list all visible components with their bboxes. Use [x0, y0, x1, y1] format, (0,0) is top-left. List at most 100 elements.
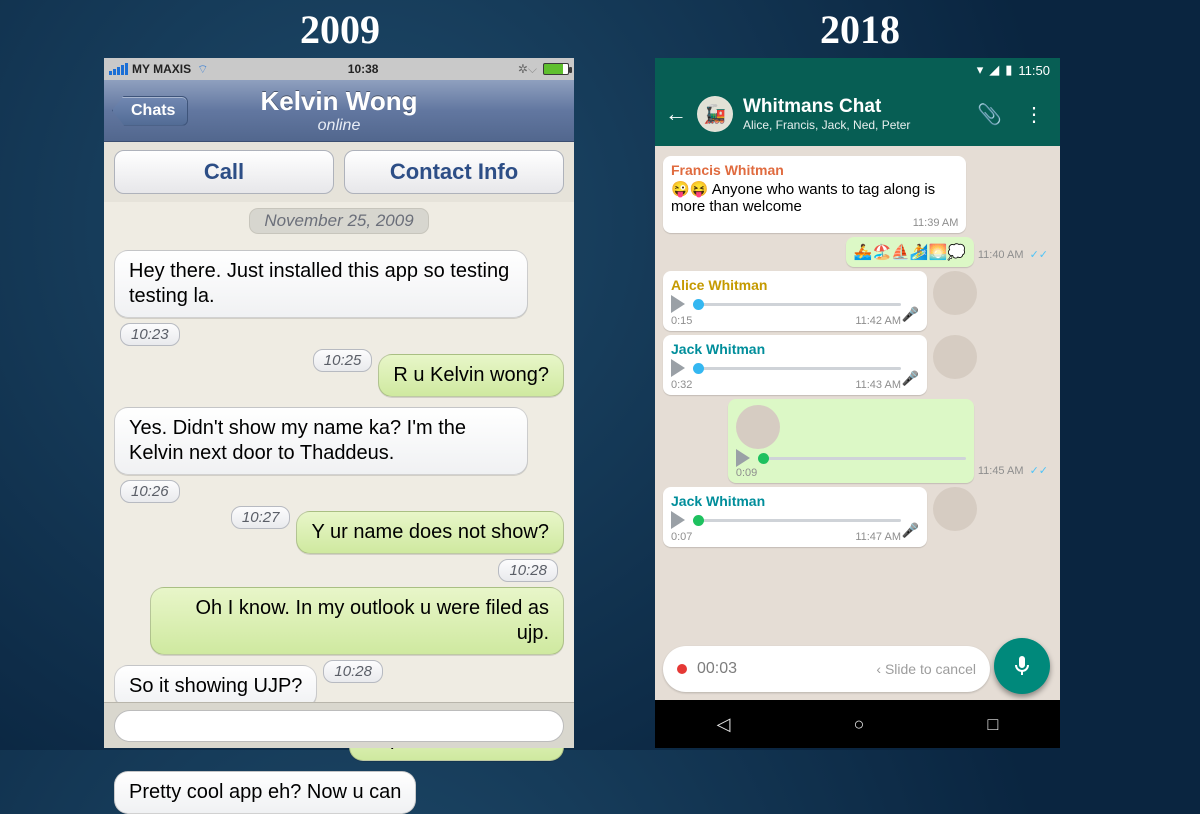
voice-seek[interactable] [758, 457, 966, 460]
play-icon[interactable] [671, 295, 685, 313]
voice-seek[interactable] [693, 303, 901, 306]
message-row: Jack Whitman 0:32 11:43 AM🎤 [663, 335, 1052, 395]
incoming-bubble[interactable]: Francis Whitman😜😝 Anyone who wants to ta… [663, 156, 966, 233]
phone-2009: MY MAXIS ⌔ 10:38 ✲ ⌵ Chats Kelvin Wong o… [104, 58, 574, 748]
message-row: 0:09 11:45 AM ✓✓ [663, 399, 1052, 483]
voice-message[interactable] [671, 511, 901, 529]
message-row: So it showing UJP?10:28 [114, 660, 564, 683]
nav-recent-icon[interactable]: □ [988, 714, 999, 735]
chat-subtitle: online [104, 117, 574, 135]
wifi-icon: ⌔ [197, 62, 208, 77]
outgoing-bubble[interactable]: Y ur name does not show? [296, 511, 564, 554]
chat-title-block[interactable]: Whitmans Chat Alice, Francis, Jack, Ned,… [743, 96, 961, 132]
bluetooth-icon: ⌵ [528, 62, 537, 77]
message-time: 10:23 [120, 323, 180, 346]
voice-message[interactable] [671, 295, 901, 313]
voice-seek[interactable] [693, 519, 901, 522]
chat-header: ← 🚂 Whitmans Chat Alice, Francis, Jack, … [655, 82, 1060, 146]
battery-icon [543, 63, 569, 75]
contact-info-button[interactable]: Contact Info [344, 150, 564, 194]
message-time: 11:47 AM [855, 531, 901, 543]
back-arrow-icon[interactable]: ← [665, 101, 687, 127]
android-nav-bar: ◁ ○ □ [655, 700, 1060, 748]
chat-scroll-2018[interactable]: Francis Whitman😜😝 Anyone who wants to ta… [655, 146, 1060, 700]
sender-name: Alice Whitman [671, 277, 901, 293]
call-button[interactable]: Call [114, 150, 334, 194]
ios-status-bar: MY MAXIS ⌔ 10:38 ✲ ⌵ [104, 58, 574, 80]
sender-name: Jack Whitman [671, 493, 901, 509]
chat-scroll-2009[interactable]: Hey there. Just installed this app so te… [104, 240, 574, 776]
mic-badge-icon: 🎤 [902, 522, 919, 539]
chevron-left-icon: ‹ [876, 661, 885, 677]
chat-nav-bar: Chats Kelvin Wong online [104, 80, 574, 142]
voice-message[interactable] [671, 359, 901, 377]
chat-title: Whitmans Chat [743, 96, 961, 118]
sender-avatar[interactable] [933, 271, 977, 315]
incoming-bubble[interactable]: Yes. Didn't show my name ka? I'm the Kel… [114, 407, 528, 475]
play-icon[interactable] [736, 449, 750, 467]
signal-icon: ◢ [989, 62, 999, 78]
message-row: Alice Whitman 0:15 11:42 AM🎤 [663, 271, 1052, 331]
message-input[interactable] [114, 710, 564, 742]
message-row: 🚣🏖️⛵🏄🌅💭11:40 AM ✓✓ [663, 237, 1052, 267]
message-row: Yes. Didn't show my name ka? I'm the Kel… [114, 402, 564, 503]
sender-avatar[interactable] [736, 405, 780, 449]
mic-badge-icon: 🎤 [902, 306, 919, 323]
message-row: 10:27Y ur name does not show? [114, 506, 564, 529]
chat-title[interactable]: Kelvin Wong [104, 86, 574, 117]
nav-home-icon[interactable]: ○ [854, 714, 865, 735]
play-icon[interactable] [671, 511, 685, 529]
sender-avatar[interactable] [933, 335, 977, 379]
incoming-bubble[interactable]: Jack Whitman 0:07 11:47 AM🎤 [663, 487, 927, 547]
mic-icon [1010, 654, 1034, 678]
voice-duration: 0:32 [671, 379, 692, 391]
action-toolbar: Call Contact Info [104, 142, 574, 202]
message-time: 10:28 [323, 660, 383, 683]
sender-avatar[interactable] [933, 487, 977, 531]
phone-2018: ▾ ◢ ▮ 11:50 ← 🚂 Whitmans Chat Alice, Fra… [655, 58, 1060, 748]
outgoing-bubble[interactable]: Oh I know. In my outlook u were filed as… [150, 587, 564, 655]
mic-badge-icon: 🎤 [902, 370, 919, 387]
message-time: 11:42 AM [855, 315, 901, 327]
message-time-outer: 11:45 AM ✓✓ [978, 464, 1048, 477]
mic-fab[interactable] [994, 638, 1050, 694]
message-time: 10:28 [498, 559, 558, 582]
voice-duration: 0:09 [736, 467, 966, 479]
message-row: Jack Whitman 0:07 11:47 AM🎤 [663, 487, 1052, 547]
message-row: 10:28Oh I know. In my outlook u were fil… [114, 559, 564, 582]
voice-message[interactable] [736, 449, 966, 467]
message-row: Francis Whitman😜😝 Anyone who wants to ta… [663, 156, 1052, 233]
incoming-bubble[interactable]: Pretty cool app eh? Now u can [114, 771, 416, 814]
message-time: 10:27 [231, 506, 291, 529]
year-label-2018: 2018 [820, 6, 900, 53]
message-time: 11:43 AM [855, 379, 901, 391]
play-icon[interactable] [671, 359, 685, 377]
attach-icon[interactable]: 📎 [971, 102, 1008, 127]
outgoing-bubble[interactable]: 🚣🏖️⛵🏄🌅💭 [846, 237, 974, 267]
recording-elapsed: 00:03 [697, 660, 737, 678]
slide-to-cancel[interactable]: ‹ Slide to cancel [876, 661, 976, 677]
sender-name: Francis Whitman [671, 162, 958, 178]
carrier-label: MY MAXIS [132, 62, 191, 76]
voice-duration: 0:07 [671, 531, 692, 543]
message-row: 10:25R u Kelvin wong? [114, 349, 564, 372]
sender-name: Jack Whitman [671, 341, 901, 357]
outgoing-bubble[interactable]: 0:09 [728, 399, 974, 483]
status-clock: 10:38 [208, 62, 517, 76]
menu-icon[interactable]: ⋮ [1018, 102, 1050, 127]
incoming-bubble[interactable]: Hey there. Just installed this app so te… [114, 250, 528, 318]
recording-bar[interactable]: 00:03 ‹ Slide to cancel [663, 646, 990, 692]
year-label-2009: 2009 [300, 6, 380, 53]
incoming-bubble[interactable]: Jack Whitman 0:32 11:43 AM🎤 [663, 335, 927, 395]
nav-back-icon[interactable]: ◁ [717, 714, 731, 735]
android-status-bar: ▾ ◢ ▮ 11:50 [655, 58, 1060, 82]
message-text: 🚣🏖️⛵🏄🌅💭 [854, 243, 966, 261]
incoming-bubble[interactable]: Alice Whitman 0:15 11:42 AM🎤 [663, 271, 927, 331]
outgoing-bubble[interactable]: R u Kelvin wong? [378, 354, 564, 397]
voice-seek[interactable] [693, 367, 901, 370]
status-clock: 11:50 [1018, 63, 1050, 78]
voice-duration: 0:15 [671, 315, 692, 327]
message-row: Hey there. Just installed this app so te… [114, 245, 564, 346]
battery-icon: ▮ [1005, 62, 1012, 78]
group-avatar[interactable]: 🚂 [697, 96, 733, 132]
